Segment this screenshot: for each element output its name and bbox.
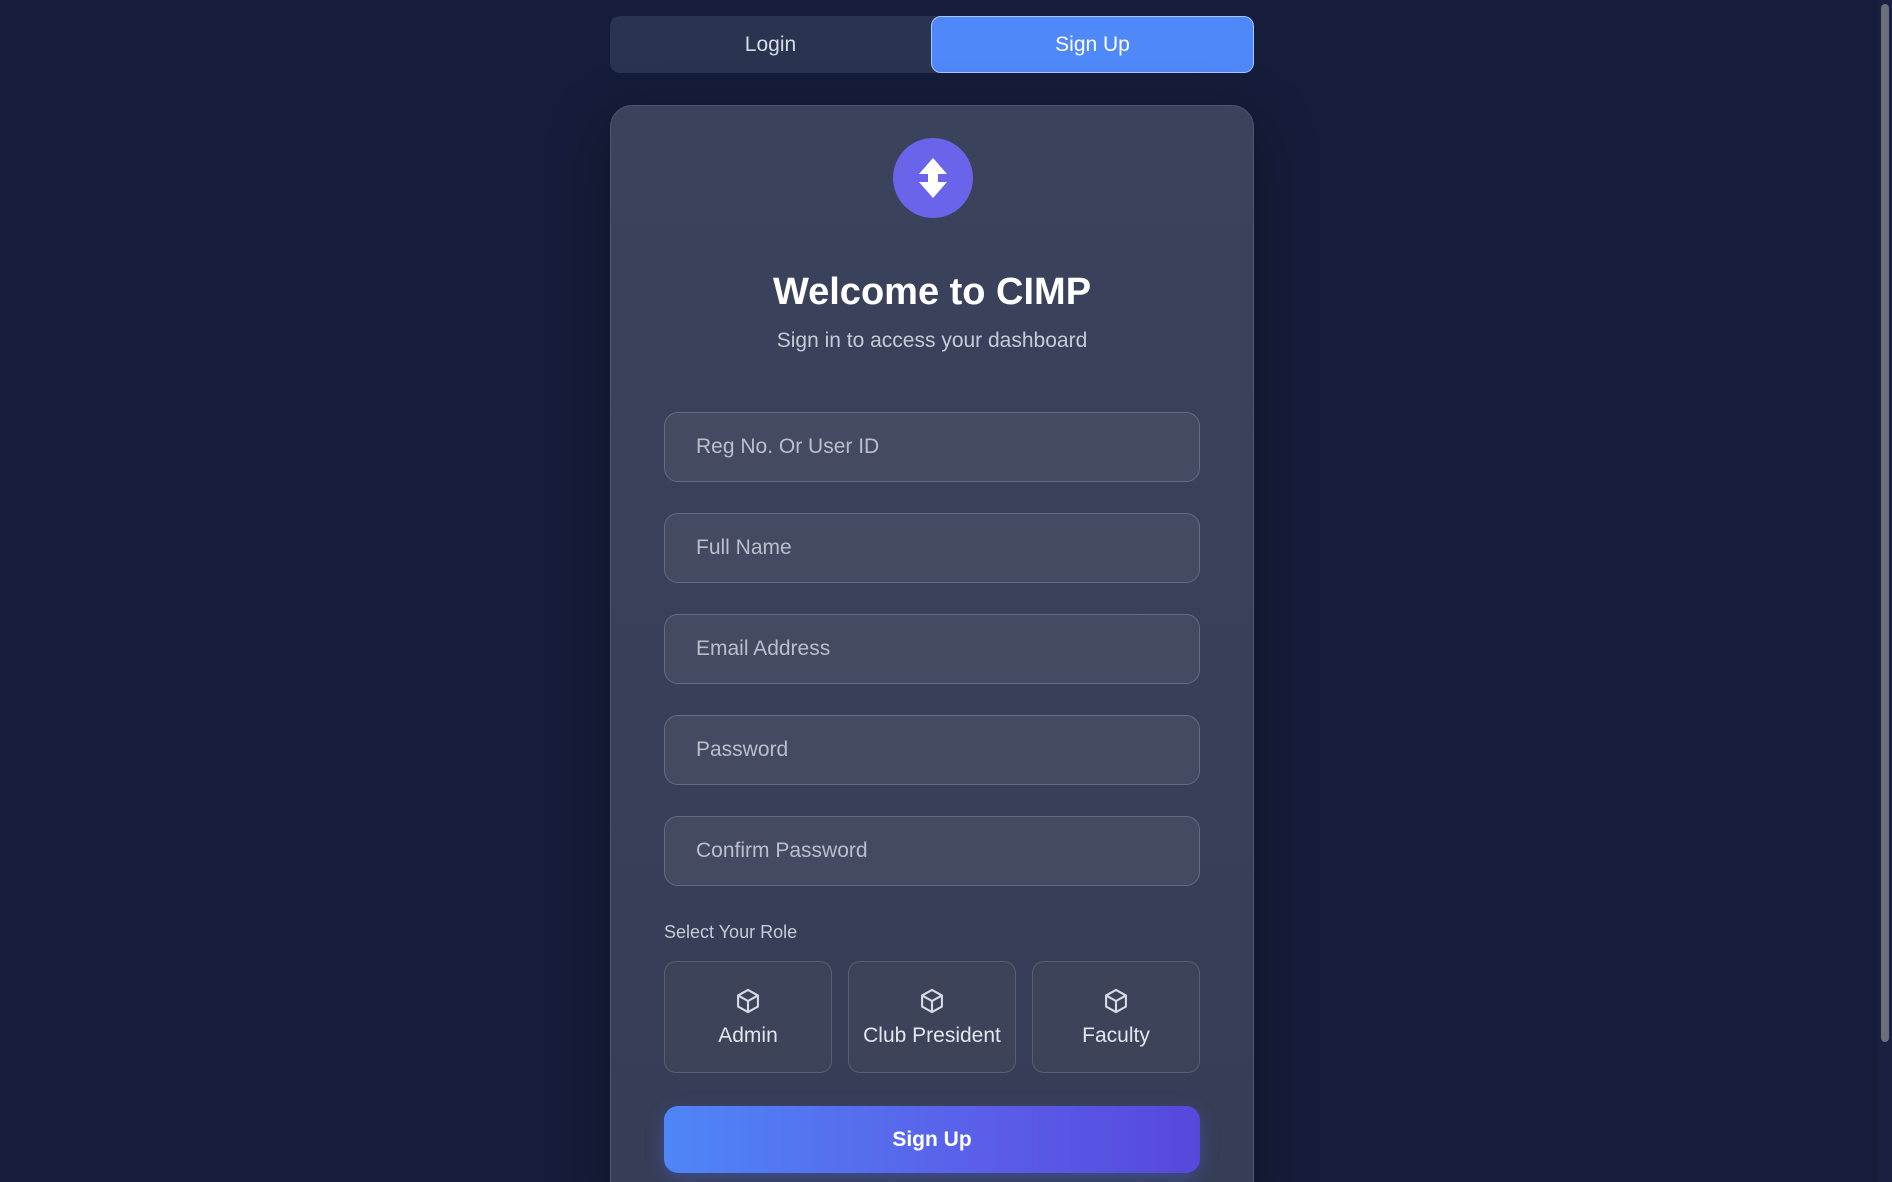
role-admin-label: Admin — [718, 1024, 778, 1047]
signup-card: Welcome to CIMP Sign in to access your d… — [610, 105, 1254, 1182]
tab-login[interactable]: Login — [610, 16, 931, 73]
role-options: Admin Club President Faculty — [664, 961, 1200, 1073]
page-title: Welcome to CIMP — [772, 271, 1092, 313]
role-faculty[interactable]: Faculty — [1032, 961, 1200, 1073]
email-input[interactable] — [664, 614, 1200, 684]
cube-icon — [733, 986, 763, 1016]
up-down-arrow-icon — [893, 138, 973, 218]
cube-icon — [1101, 986, 1131, 1016]
role-club-president[interactable]: Club President — [848, 961, 1016, 1073]
tab-sign-up[interactable]: Sign Up — [931, 16, 1254, 73]
reg-no-input[interactable] — [664, 412, 1200, 482]
confirm-password-input[interactable] — [664, 816, 1200, 886]
scrollbar-thumb[interactable] — [1881, 4, 1889, 1042]
page-subtitle: Sign in to access your dashboard — [776, 329, 1088, 352]
role-admin[interactable]: Admin — [664, 961, 832, 1073]
role-club-president-label: Club President — [863, 1024, 1001, 1047]
page: Login Sign Up Welcome to CIMP Sign in to… — [0, 0, 1892, 1182]
auth-tabs: Login Sign Up — [610, 16, 1254, 73]
cube-icon — [917, 986, 947, 1016]
role-faculty-label: Faculty — [1082, 1024, 1150, 1047]
password-input[interactable] — [664, 715, 1200, 785]
scrollbar[interactable] — [1878, 0, 1892, 1182]
sign-up-button[interactable]: Sign Up — [664, 1106, 1200, 1173]
role-section-label: Select Your Role — [664, 922, 798, 942]
full-name-input[interactable] — [664, 513, 1200, 583]
